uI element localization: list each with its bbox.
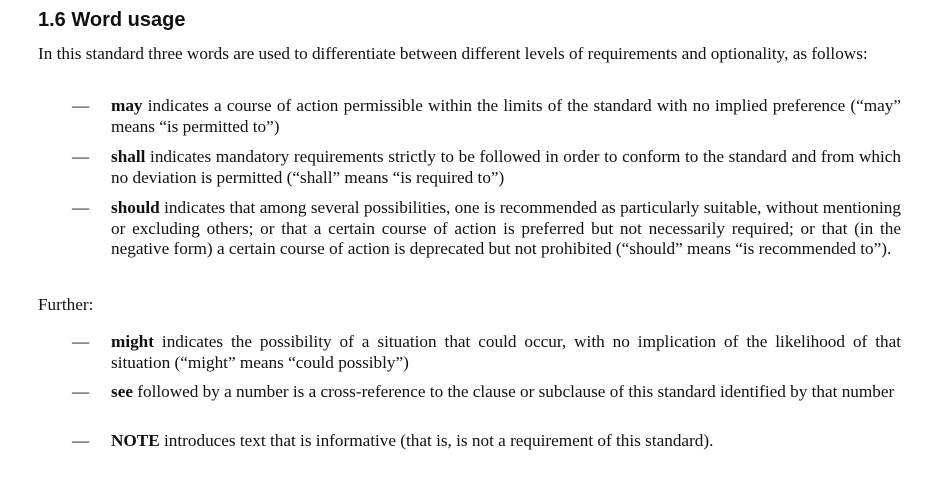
list-item-text: should indicates that among several poss… [111, 198, 901, 260]
list-dash: — [72, 198, 90, 217]
list-item-text: shall indicates mandatory requirements s… [111, 147, 901, 188]
definition-should: indicates that among several possibiliti… [111, 198, 901, 258]
list-dash: — [72, 431, 90, 450]
definition-see: followed by a number is a cross-referenc… [132, 382, 895, 401]
further-label: Further: [38, 295, 94, 314]
list-dash: — [72, 382, 90, 401]
definition-shall: indicates mandatory requirements strictl… [111, 147, 901, 187]
list-dash: — [72, 96, 90, 115]
intro-paragraph: In this standard three words are used to… [38, 44, 868, 63]
list-item-text: see followed by a number is a cross-refe… [111, 382, 901, 403]
term-should: should [111, 198, 160, 217]
list-dash: — [72, 147, 90, 166]
list-item-text: might indicates the possibility of a sit… [111, 332, 901, 373]
term-might: might [111, 332, 154, 351]
term-note: NOTE [111, 431, 160, 450]
term-may: may [111, 96, 143, 115]
definition-might: indicates the possibility of a situation… [111, 332, 901, 372]
list-item-text: may indicates a course of action permiss… [111, 96, 901, 137]
term-see: see [111, 382, 133, 401]
section-heading: 1.6 Word usage [38, 9, 186, 31]
definition-note: introduces text that is informative (tha… [159, 431, 714, 450]
definition-may: indicates a course of action permissible… [111, 96, 901, 136]
term-shall: shall [111, 147, 146, 166]
list-dash: — [72, 332, 90, 351]
list-item-text: NOTE introduces text that is informative… [111, 431, 901, 452]
document-page: 1.6 Word usage In this standard three wo… [0, 0, 929, 497]
